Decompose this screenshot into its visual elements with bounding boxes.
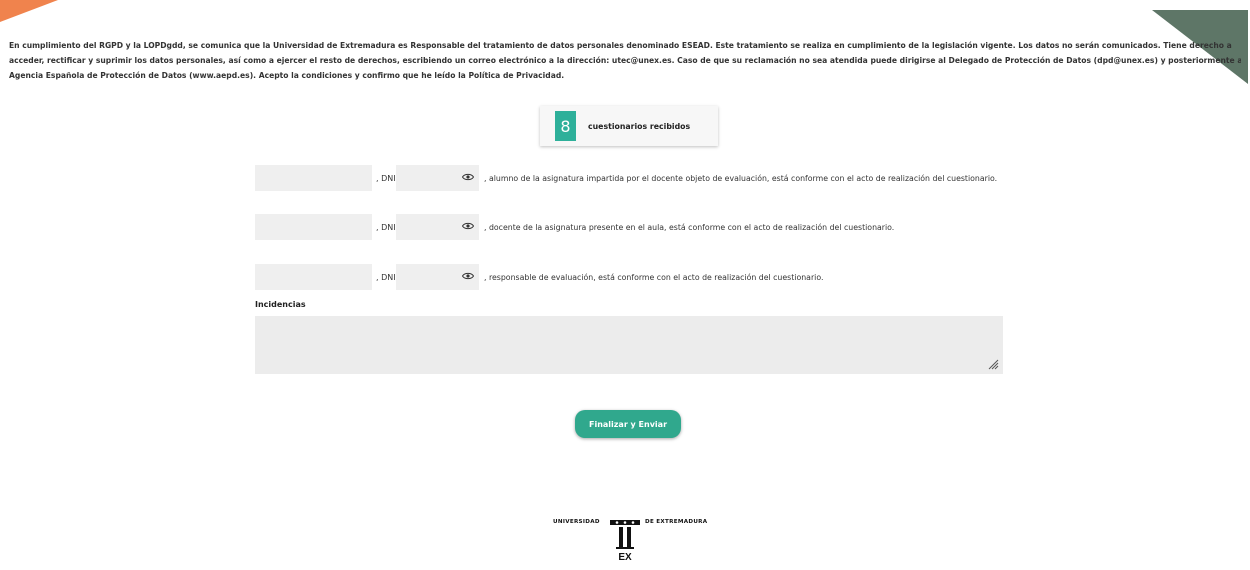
signer-row-student: , DNI , alumno de la asignatura impartid… bbox=[255, 165, 997, 191]
dni-label: , DNI bbox=[376, 272, 396, 282]
counter-value: 8 bbox=[555, 111, 576, 141]
row-text: , alumno de la asignatura impartida por … bbox=[484, 173, 998, 183]
privacy-line: Agencia Española de Protección de Datos … bbox=[9, 71, 565, 80]
student-name-input[interactable] bbox=[255, 165, 372, 191]
evaluator-name-input[interactable] bbox=[255, 264, 372, 290]
teacher-name-input[interactable] bbox=[255, 214, 372, 240]
privacy-line: acceder, rectificar y suprimir los datos… bbox=[9, 56, 1241, 65]
privacy-notice: En cumplimiento del RGPD y la LOPDgdd, s… bbox=[9, 38, 1241, 83]
logo-text-left: UNIVERSIDAD bbox=[553, 519, 600, 525]
signer-row-teacher: , DNI , docente de la asignatura present… bbox=[255, 214, 894, 240]
received-counter: 8 cuestionarios recibidos bbox=[540, 106, 718, 146]
resize-grip-icon[interactable] bbox=[987, 358, 999, 370]
signer-row-evaluator: , DNI , responsable de evaluación, está … bbox=[255, 264, 823, 290]
eye-icon[interactable] bbox=[462, 272, 474, 280]
submit-button[interactable]: Finalizar y Enviar bbox=[575, 410, 681, 438]
incidencias-label: Incidencias bbox=[255, 300, 306, 309]
eye-icon[interactable] bbox=[462, 222, 474, 230]
row-text: , responsable de evaluación, está confor… bbox=[484, 272, 824, 282]
logo-text-right: DE EXTREMADURA bbox=[645, 519, 708, 525]
student-dni-input[interactable] bbox=[396, 165, 479, 191]
counter-label: cuestionarios recibidos bbox=[588, 121, 691, 131]
corner-decoration-left bbox=[0, 0, 58, 22]
privacy-line: En cumplimiento del RGPD y la LOPDgdd, s… bbox=[9, 41, 1232, 50]
logo-mark-text: EX bbox=[618, 552, 632, 562]
incidencias-textarea[interactable] bbox=[255, 316, 1003, 374]
row-text: , docente de la asignatura presente en e… bbox=[484, 222, 895, 232]
teacher-dni-input[interactable] bbox=[396, 214, 479, 240]
university-logo: UNIVERSIDAD EX DE EXTREMADURA bbox=[553, 512, 713, 564]
dni-label: , DNI bbox=[376, 173, 396, 183]
university-emblem-icon: EX bbox=[610, 520, 640, 562]
dni-label: , DNI bbox=[376, 222, 396, 232]
evaluator-dni-input[interactable] bbox=[396, 264, 479, 290]
eye-icon[interactable] bbox=[462, 173, 474, 181]
